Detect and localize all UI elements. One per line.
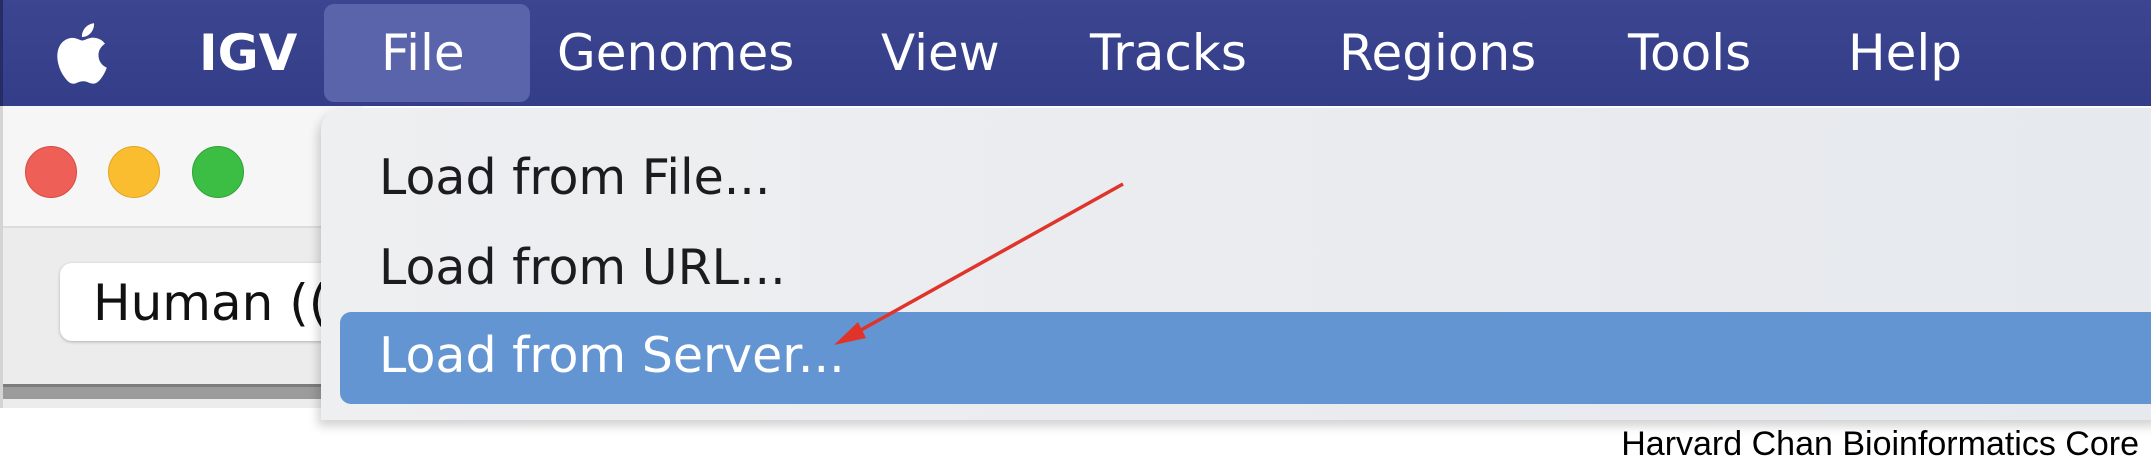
screenshot-stage: IGV File Genomes View Tracks Regions Too… <box>0 0 2151 474</box>
menu-genomes[interactable]: Genomes <box>557 0 794 106</box>
menu-help[interactable]: Help <box>1848 0 1962 106</box>
menu-file[interactable]: File <box>381 0 465 106</box>
menu-regions[interactable]: Regions <box>1339 0 1536 106</box>
menu-tools[interactable]: Tools <box>1628 0 1751 106</box>
window-divider <box>3 384 363 399</box>
genome-selector-value: Human (( <box>93 274 329 332</box>
menu-item-label: Load from Server... <box>379 327 845 384</box>
apple-logo-icon[interactable] <box>49 18 109 88</box>
menu-tracks[interactable]: Tracks <box>1090 0 1247 106</box>
menu-item-label: Load from File... <box>379 149 771 206</box>
menu-item-load-from-file[interactable]: Load from File... <box>321 134 2151 222</box>
menu-view[interactable]: View <box>881 0 1000 106</box>
minimize-icon[interactable] <box>108 146 160 198</box>
menu-item-load-from-server[interactable]: Load from Server... <box>321 312 2151 404</box>
igv-window: Human (( <box>0 106 380 408</box>
file-menu-dropdown: Load from File... Load from URL... Load … <box>321 108 2151 420</box>
menu-app-name[interactable]: IGV <box>199 0 297 106</box>
zoom-icon[interactable] <box>192 146 244 198</box>
close-icon[interactable] <box>25 146 77 198</box>
window-titlebar <box>3 106 363 228</box>
macos-menu-bar: IGV File Genomes View Tracks Regions Too… <box>0 0 2151 106</box>
menu-item-label: Load from URL... <box>379 239 786 296</box>
menu-item-load-from-url[interactable]: Load from URL... <box>321 224 2151 312</box>
credit-caption: Harvard Chan Bioinformatics Core <box>1621 425 2139 463</box>
